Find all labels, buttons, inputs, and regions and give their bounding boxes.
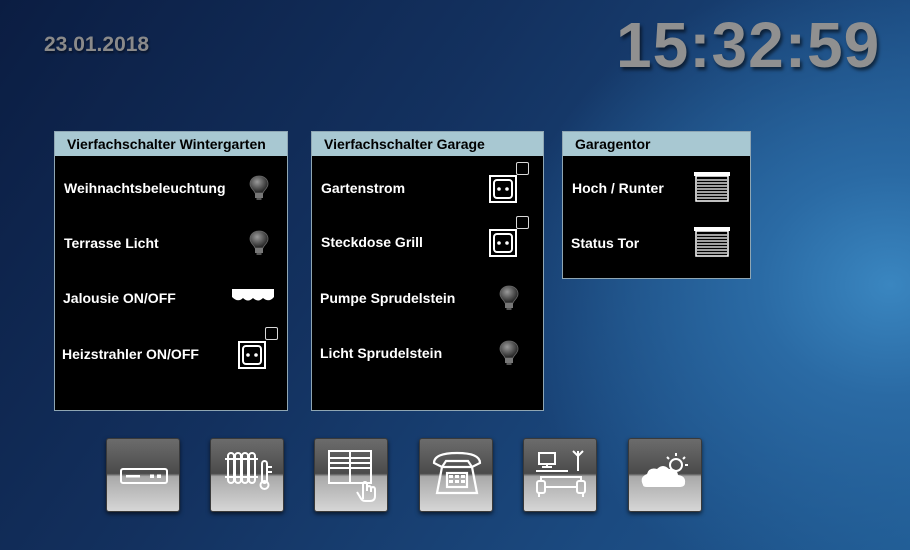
power-socket-icon[interactable] — [238, 341, 266, 369]
clock-display: 15:32:59 — [616, 9, 881, 81]
row-label: Pumpe Sprudelstein — [320, 290, 456, 306]
status-checkbox[interactable] — [516, 216, 529, 229]
radiator-thermometer-icon — [225, 452, 272, 490]
panel-title: Vierfachschalter Wintergarten — [55, 132, 287, 156]
nav-button-blinds[interactable] — [314, 438, 388, 512]
nav-button-receiver[interactable] — [106, 438, 180, 512]
row-label: Hoch / Runter — [572, 180, 664, 196]
receiver-icon — [120, 468, 168, 484]
row-label: Heizstrahler ON/OFF — [62, 346, 199, 362]
row-label: Terrasse Licht — [64, 235, 159, 251]
light-bulb-icon[interactable] — [498, 339, 520, 367]
weather-cloud-sun-icon — [641, 453, 688, 487]
row-label: Steckdose Grill — [321, 234, 423, 250]
power-socket-icon[interactable] — [489, 175, 517, 203]
switch-row-licht-sprudelstein[interactable]: Licht Sprudelstein — [312, 333, 543, 373]
row-label: Status Tor — [571, 235, 640, 251]
light-bulb-icon[interactable] — [248, 229, 270, 257]
switch-row-jalousie[interactable]: Jalousie ON/OFF — [55, 278, 287, 318]
power-socket-icon[interactable] — [489, 229, 517, 257]
light-bulb-icon[interactable] — [248, 174, 270, 202]
panel-title: Vierfachschalter Garage — [312, 132, 543, 156]
row-label: Gartenstrom — [321, 180, 406, 196]
shutter-icon[interactable] — [693, 171, 731, 203]
status-checkbox[interactable] — [516, 162, 529, 175]
nav-button-phone[interactable] — [419, 438, 493, 512]
switch-row-pumpe-sprudelstein[interactable]: Pumpe Sprudelstein — [312, 278, 543, 318]
switch-row-terrasse-licht[interactable]: Terrasse Licht — [55, 223, 287, 263]
nav-button-heating[interactable] — [210, 438, 284, 512]
switch-row-status-tor[interactable]: Status Tor — [563, 223, 750, 263]
row-label: Jalousie ON/OFF — [63, 290, 176, 306]
status-checkbox[interactable] — [265, 327, 278, 340]
row-label: Weihnachtsbeleuchtung — [64, 180, 226, 196]
row-label: Licht Sprudelstein — [320, 345, 443, 361]
date-display: 23.01.2018 — [44, 33, 150, 56]
nav-button-living-room[interactable] — [523, 438, 597, 512]
living-room-icon — [536, 450, 586, 497]
shutter-icon[interactable] — [693, 226, 731, 258]
switch-row-hoch-runter[interactable]: Hoch / Runter — [563, 168, 750, 208]
window-blinds-hand-icon — [328, 450, 376, 502]
switch-row-steckdose-grill[interactable]: Steckdose Grill — [312, 216, 543, 262]
awning-icon[interactable] — [231, 288, 275, 306]
panel-wintergarten: Vierfachschalter Wintergarten Weihnachts… — [54, 131, 288, 411]
telephone-icon — [432, 451, 482, 495]
switch-row-heizstrahler[interactable]: Heizstrahler ON/OFF — [55, 327, 287, 374]
nav-button-weather[interactable] — [628, 438, 702, 512]
switch-row-weihnachtsbeleuchtung[interactable]: Weihnachtsbeleuchtung — [55, 168, 287, 208]
light-bulb-icon[interactable] — [498, 284, 520, 312]
panel-garage: Vierfachschalter Garage Gartenstrom Stec… — [311, 131, 544, 411]
panel-garagentor: Garagentor Hoch / Runter Status Tor — [562, 131, 751, 279]
switch-row-gartenstrom[interactable]: Gartenstrom — [312, 162, 543, 208]
panel-title: Garagentor — [563, 132, 750, 156]
